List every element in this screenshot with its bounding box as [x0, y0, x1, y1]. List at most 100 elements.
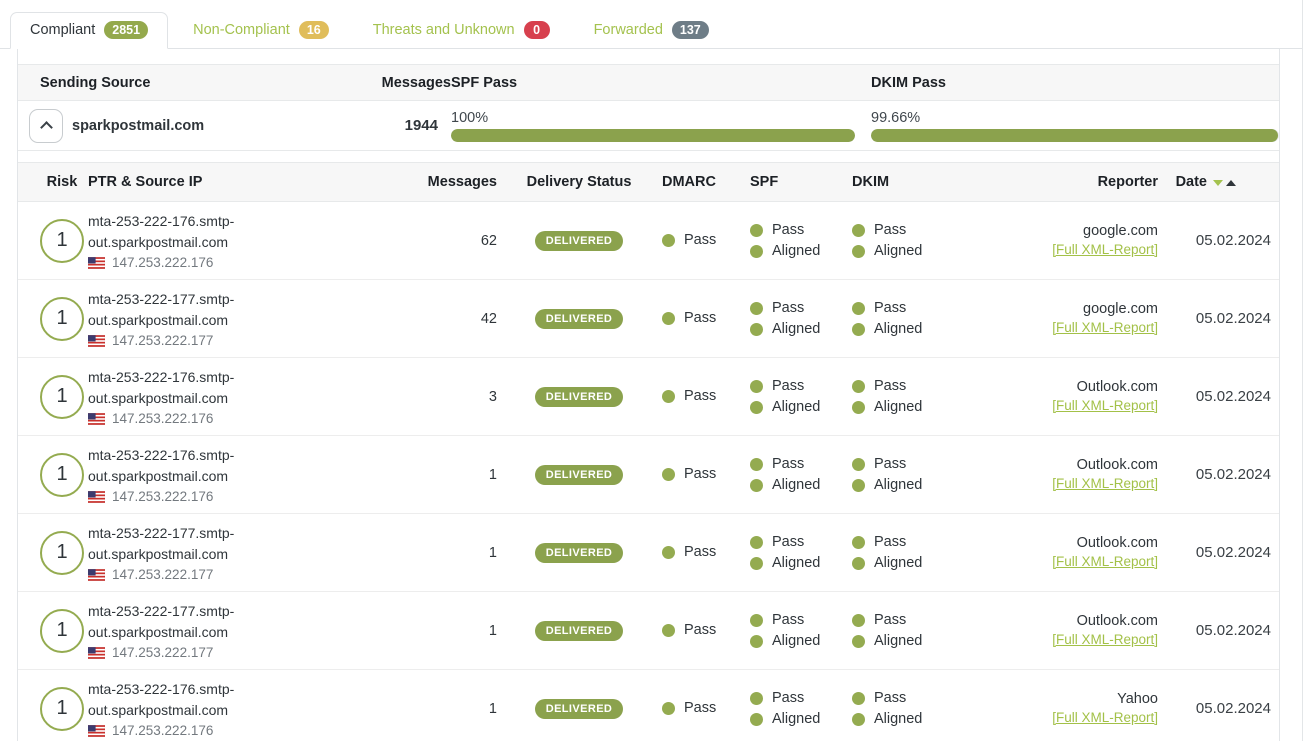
table-row: 1 mta-253-222-177.smtp-out.sparkpostmail…	[18, 280, 1279, 358]
dkim-result: Pass	[874, 610, 906, 631]
dmarc-result: Pass	[684, 542, 716, 563]
source-ip: 147.253.222.177	[112, 645, 213, 660]
col-header-date[interactable]: Date	[1158, 174, 1279, 190]
col-header-reporter: Reporter	[972, 174, 1158, 190]
pass-dot-icon	[750, 323, 763, 336]
pass-dot-icon	[852, 557, 865, 570]
reporter-name: google.com	[972, 301, 1158, 317]
tab-compliant[interactable]: Compliant 2851	[10, 12, 168, 49]
full-xml-report-link[interactable]: [Full XML-Report]	[1052, 320, 1158, 335]
scrollbar-track[interactable]	[1302, 0, 1311, 741]
delivery-status-badge: DELIVERED	[535, 465, 624, 485]
risk-score-badge: 1	[40, 375, 84, 419]
table-row: 1 mta-253-222-177.smtp-out.sparkpostmail…	[18, 592, 1279, 670]
table-row: 1 mta-253-222-176.smtp-out.sparkpostmail…	[18, 202, 1279, 280]
messages-count: 62	[288, 233, 497, 249]
source-messages-count: 1944	[287, 117, 438, 134]
ptr-hostname: mta-253-222-176.smtp-out.sparkpostmail.c…	[88, 211, 288, 253]
pass-dot-icon	[750, 635, 763, 648]
dkim-pass-bar-fill	[871, 129, 1278, 142]
table-row: 1 mta-253-222-176.smtp-out.sparkpostmail…	[18, 436, 1279, 514]
pass-dot-icon	[750, 401, 763, 414]
tab-label: Forwarded	[594, 22, 663, 38]
pass-dot-icon	[750, 713, 763, 726]
us-flag-icon	[88, 725, 105, 737]
delivery-status-badge: DELIVERED	[535, 699, 624, 719]
pass-dot-icon	[852, 380, 865, 393]
pass-dot-icon	[662, 624, 675, 637]
us-flag-icon	[88, 257, 105, 269]
ptr-hostname: mta-253-222-177.smtp-out.sparkpostmail.c…	[88, 289, 288, 331]
reporter-name: Outlook.com	[972, 613, 1158, 629]
risk-score-badge: 1	[40, 531, 84, 575]
source-ip: 147.253.222.176	[112, 723, 213, 738]
report-date: 05.02.2024	[1196, 700, 1271, 717]
dkim-result: Pass	[874, 376, 906, 397]
detail-table-header: Risk PTR & Source IP Messages Delivery S…	[18, 162, 1279, 202]
pass-dot-icon	[662, 546, 675, 559]
delivery-status-badge: DELIVERED	[535, 231, 624, 251]
col-header-messages: Messages	[288, 174, 497, 190]
tab-threats-and-unknown[interactable]: Threats and Unknown 0	[354, 13, 569, 48]
spf-result: Pass	[772, 532, 804, 553]
sort-asc-icon[interactable]	[1226, 180, 1236, 186]
full-xml-report-link[interactable]: [Full XML-Report]	[1052, 398, 1158, 413]
us-flag-icon	[88, 335, 105, 347]
dkim-alignment: Aligned	[874, 319, 922, 340]
sort-desc-icon[interactable]	[1213, 180, 1223, 186]
dkim-pass-percent: 99.66%	[871, 110, 1279, 126]
spf-alignment: Aligned	[772, 241, 820, 262]
messages-count: 42	[288, 311, 497, 327]
spf-result: Pass	[772, 610, 804, 631]
messages-count: 1	[288, 701, 497, 717]
dkim-result: Pass	[874, 220, 906, 241]
tab-label: Threats and Unknown	[373, 22, 515, 38]
col-header-dmarc: DMARC	[662, 174, 750, 190]
full-xml-report-link[interactable]: [Full XML-Report]	[1052, 476, 1158, 491]
pass-dot-icon	[750, 536, 763, 549]
col-header-ptr-source-ip: PTR & Source IP	[88, 174, 288, 190]
col-header-sending-source: Sending Source Messages	[18, 75, 451, 91]
col-header-risk: Risk	[40, 174, 84, 190]
dkim-alignment: Aligned	[874, 709, 922, 730]
pass-dot-icon	[750, 380, 763, 393]
full-xml-report-link[interactable]: [Full XML-Report]	[1052, 242, 1158, 257]
dmarc-result: Pass	[684, 308, 716, 329]
source-ip: 147.253.222.176	[112, 489, 213, 504]
delivery-status-badge: DELIVERED	[535, 621, 624, 641]
spf-pass-bar	[451, 129, 855, 142]
ptr-hostname: mta-253-222-177.smtp-out.sparkpostmail.c…	[88, 523, 288, 565]
collapse-source-button[interactable]	[29, 109, 63, 143]
ptr-hostname: mta-253-222-177.smtp-out.sparkpostmail.c…	[88, 601, 288, 643]
tab-non-compliant[interactable]: Non-Compliant 16	[174, 13, 348, 48]
dkim-alignment: Aligned	[874, 397, 922, 418]
tab-forwarded[interactable]: Forwarded 137	[575, 13, 728, 48]
dkim-alignment: Aligned	[874, 631, 922, 652]
pass-dot-icon	[662, 702, 675, 715]
spf-alignment: Aligned	[772, 631, 820, 652]
full-xml-report-link[interactable]: [Full XML-Report]	[1052, 632, 1158, 647]
pass-dot-icon	[662, 390, 675, 403]
spf-result: Pass	[772, 454, 804, 475]
count-badge: 0	[524, 21, 550, 39]
risk-score-badge: 1	[40, 219, 84, 263]
risk-score-badge: 1	[40, 609, 84, 653]
spf-alignment: Aligned	[772, 319, 820, 340]
source-row: sparkpostmail.com 1944 100% 99.66%	[18, 101, 1279, 151]
spf-alignment: Aligned	[772, 709, 820, 730]
report-date: 05.02.2024	[1196, 232, 1271, 249]
dkim-alignment: Aligned	[874, 475, 922, 496]
pass-dot-icon	[750, 458, 763, 471]
dmarc-result: Pass	[684, 698, 716, 719]
delivery-status-badge: DELIVERED	[535, 309, 624, 329]
dkim-pass-meter: 99.66%	[871, 110, 1279, 142]
full-xml-report-link[interactable]: [Full XML-Report]	[1052, 554, 1158, 569]
spf-pass-percent: 100%	[451, 110, 855, 126]
tab-label: Compliant	[30, 22, 95, 38]
full-xml-report-link[interactable]: [Full XML-Report]	[1052, 710, 1158, 725]
messages-count: 1	[288, 623, 497, 639]
pass-dot-icon	[852, 323, 865, 336]
pass-dot-icon	[852, 635, 865, 648]
pass-dot-icon	[750, 557, 763, 570]
dkim-result: Pass	[874, 298, 906, 319]
